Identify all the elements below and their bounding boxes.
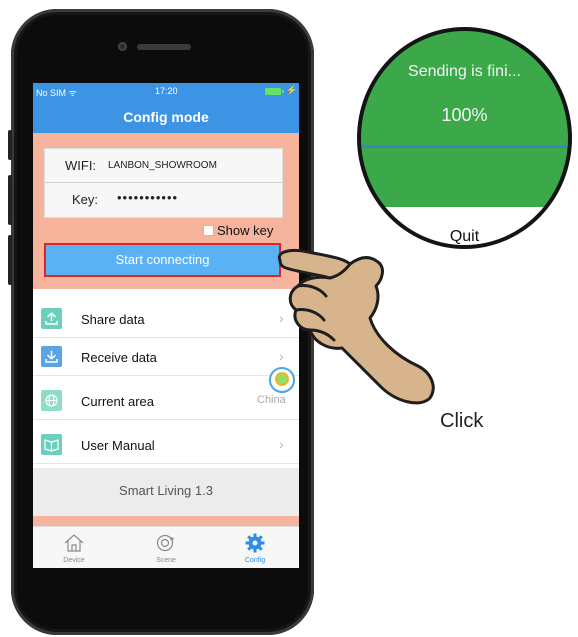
start-connecting-button[interactable]: Start connecting [44,243,281,277]
phone-screen: No SIM ᯤ 17:20 ⚡ Config mode WIFI: LANBO… [33,83,299,568]
gear-icon [245,533,265,553]
nav-header: No SIM ᯤ 17:20 ⚡ Config mode [33,83,299,133]
wifi-row[interactable]: WIFI: LANBON_SHOWROOM [45,149,282,183]
app-version: Smart Living 1.3 [119,483,213,498]
menu-item-label: Share data [81,312,145,327]
tab-label: Device [63,557,85,564]
tab-bar: Device Scene Config [33,526,299,568]
app-footer: Smart Living 1.3 [33,468,299,516]
phone-mute-switch [8,130,12,160]
show-key-checkbox[interactable] [203,225,214,236]
book-icon [41,434,62,455]
menu-item-label: Current area [81,394,154,409]
wifi-label: WIFI: [65,158,97,173]
tab-label: Scene [156,557,176,564]
phone-volume-down [8,235,12,285]
scene-icon [156,534,174,552]
menu-item-receive-data[interactable]: Receive data › [33,339,299,376]
phone-volume-up [8,175,12,225]
tab-scene[interactable]: Scene [133,527,199,568]
download-icon [41,346,62,367]
upload-icon [41,308,62,329]
key-label: Key: [72,192,99,207]
progress-percent: 100% [441,105,488,125]
config-panel: WIFI: LANBON_SHOWROOM Key: ••••••••••• S… [33,133,299,289]
chevron-right-icon: › [279,436,284,452]
zoom-callout: Sending is fini... 100% Quit [357,27,572,249]
phone-speaker [137,44,191,50]
footer-strip [33,516,299,526]
menu-item-user-manual[interactable]: User Manual › [33,427,299,464]
sending-status-title: Sending is fini... [408,63,521,80]
progress-divider [361,145,568,148]
wifi-ssid-field[interactable]: LANBON_SHOWROOM [108,160,217,171]
globe-icon [41,390,62,411]
tab-config[interactable]: Config [222,527,288,568]
status-carrier: No SIM ᯤ [36,88,77,98]
menu-item-share-data[interactable]: Share data › [33,301,299,338]
menu-item-current-area[interactable]: Current area China [33,367,299,420]
pointing-hand-icon [277,248,435,405]
tab-label: Config [244,557,266,564]
click-annotation: Click [440,410,484,432]
menu-item-label: User Manual [81,438,155,453]
show-key-label[interactable]: Show key [217,223,273,238]
charging-icon: ⚡ [286,85,298,95]
page-title: Config mode [123,109,209,125]
status-time: 17:20 [155,86,178,96]
battery-icon [265,88,281,95]
menu-item-label: Receive data [81,350,157,365]
home-icon [64,534,84,552]
front-camera [118,42,127,51]
key-password-field[interactable]: ••••••••••• [117,190,178,205]
tab-device[interactable]: Device [41,527,107,568]
battery-tip [282,90,284,93]
wifi-form: WIFI: LANBON_SHOWROOM Key: ••••••••••• [44,148,283,218]
